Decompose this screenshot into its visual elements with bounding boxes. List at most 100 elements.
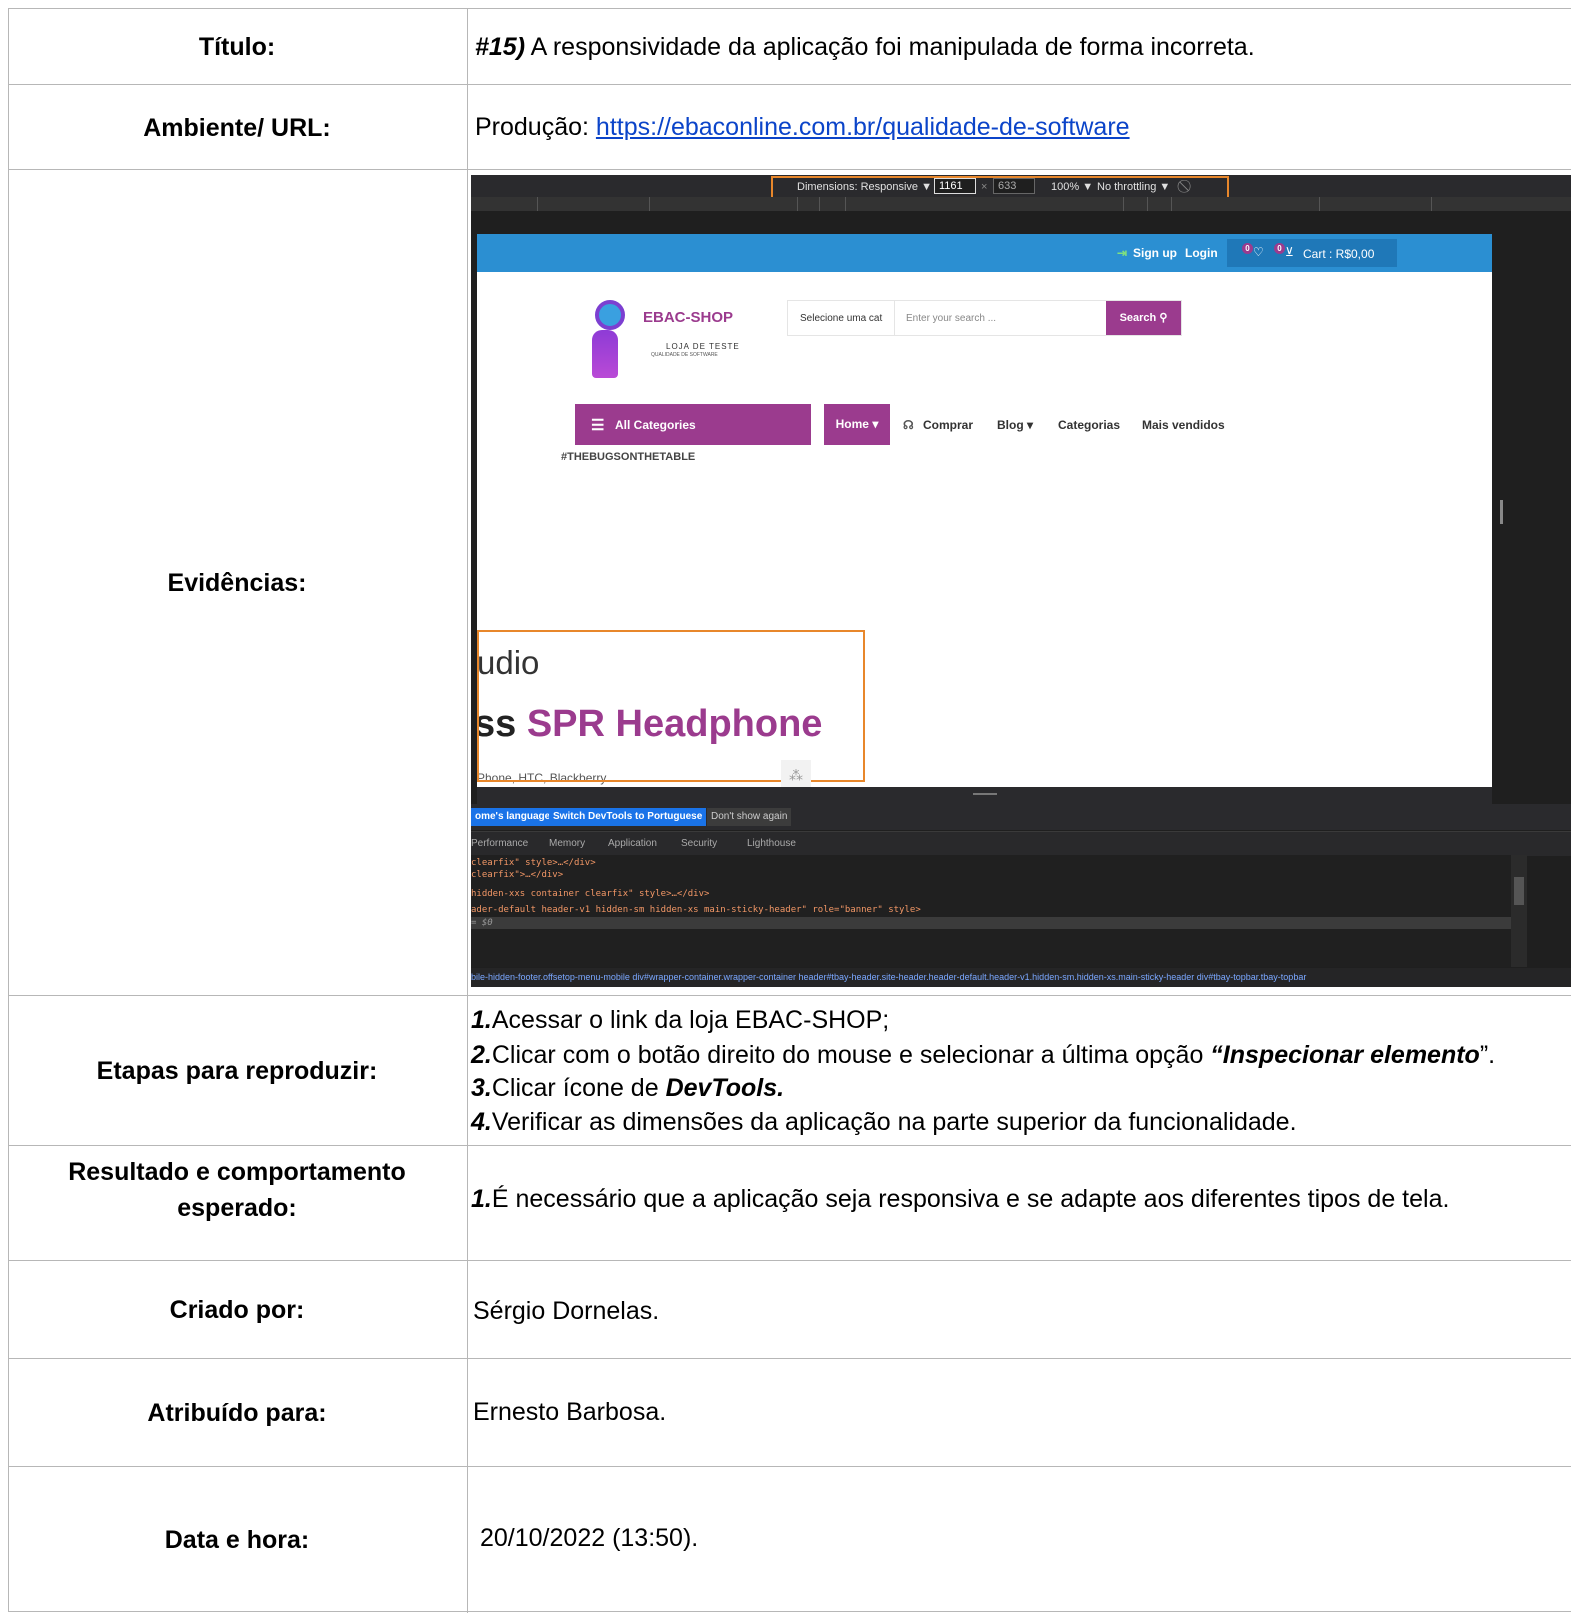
result-num: 1. [471,1185,492,1213]
infobar-language-button[interactable]: ome's language [471,808,555,826]
category-select[interactable]: Selecione uma cat [800,313,882,324]
code-line-selected[interactable]: = $0 [471,917,1511,929]
emulated-site: ⇥ Sign up Login 0 ♡ 0 ⊻ Cart : R$0,00 EB… [477,234,1492,787]
height-input[interactable]: 633 [993,178,1035,194]
search-bar: Selecione uma cat Enter your search ... … [787,300,1182,336]
nav-home[interactable]: Home ▾ [824,404,890,445]
tab-security[interactable]: Security [681,838,717,849]
search-input[interactable]: Enter your search ... [906,313,996,324]
elements-panel: clearfix" style>…</div> clearfix">…</div… [471,855,1511,967]
titulo-text: #15) A responsividade da aplicação foi m… [475,33,1255,62]
code-line[interactable]: clearfix">…</div> [471,869,563,881]
code-line[interactable]: hidden-xxs container clearfix" style>…</… [471,888,709,900]
throttling-dropdown[interactable]: No throttling ▼ [1097,181,1170,193]
row-label: Ambiente/ URL: [143,113,331,142]
search-icon: ⚲ [1159,312,1168,324]
row-atribuido: Atribuído para: Ernesto Barbosa. [8,1358,1571,1467]
all-categories-label: All Categories [615,418,696,432]
code-line[interactable]: clearfix" style>…</div> [471,857,596,869]
search-button-label: Search [1119,312,1157,324]
logo-title[interactable]: EBAC-SHOP [643,309,733,326]
row-criado-por: Criado por: Sérgio Dornelas. [8,1260,1571,1359]
logo-hand-icon [592,330,618,378]
row-value: 20/10/2022 (13:50). [467,1467,1571,1613]
cart-box[interactable]: 0 ♡ 0 ⊻ Cart : R$0,00 [1227,239,1397,267]
devtools-infobar: ome's language Switch DevTools to Portug… [471,804,1571,830]
step-3: 3.Clicar ícone de DevTools. [471,1074,784,1103]
criado-por-value: Sérgio Dornelas. [473,1297,660,1325]
nav-comprar[interactable]: Comprar [923,418,973,432]
step-text: Clicar com o botão direito do mouse e se… [491,1041,1211,1069]
search-button[interactable]: Search ⚲ [1106,301,1181,335]
logo-subtitle-2: QUALIDADE DE SOFTWARE [651,352,718,358]
resultado-text: 1.É necessário que a aplicação seja resp… [471,1185,1449,1214]
bug-title: A responsividade da aplicação foi manipu… [525,33,1255,61]
dom-breadcrumbs[interactable]: bile-hidden-footer.offsetop-menu-mobile … [471,968,1571,987]
row-label: Data e hora: [164,1526,310,1554]
elements-scrollbar[interactable] [1511,855,1527,967]
bug-id: #15) [475,33,526,61]
switch-portuguese-button[interactable]: Switch DevTools to Portuguese [549,808,707,826]
cart-badge: 0 [1274,243,1285,254]
width-input[interactable]: 1161 [934,178,976,194]
data-hora-value: 20/10/2022 (13:50). [480,1524,699,1552]
devtools-tabs: Performance Memory Application Security … [471,831,1571,856]
atribuido-value: Ernesto Barbosa. [473,1398,667,1426]
devtools-device-toolbar: Dimensions: Responsive ▼ 1161 × 633 100%… [471,175,1571,210]
row-data-hora: Data e hora: 20/10/2022 (13:50). [8,1466,1571,1613]
step-after: ”. [1479,1041,1496,1069]
wishlist-badge: 0 [1242,243,1253,254]
row-label: Evidências: [167,569,307,597]
resize-handle-right[interactable] [1500,500,1503,524]
step-text: Verificar as dimensões da aplicação na p… [491,1108,1297,1136]
ambiente-link[interactable]: https://ebaconline.com.br/qualidade-de-s… [596,113,1130,141]
step-strong: DevTools. [665,1074,785,1102]
all-categories-button[interactable]: ☰ All Categories [575,404,811,445]
dont-show-again-button[interactable]: Don't show again [707,808,792,826]
nav-categorias[interactable]: Categorias [1058,418,1120,432]
login-link[interactable]: Login [1185,246,1218,260]
tab-memory[interactable]: Memory [549,838,585,849]
heart-icon[interactable]: ♡ [1253,245,1264,259]
times-symbol: × [981,181,988,193]
row-value: 1.É necessário que a aplicação seja resp… [467,1146,1571,1261]
cart-icon[interactable]: ⊻ [1285,245,1294,259]
step-strong: “Inspecionar elemento [1210,1041,1480,1069]
row-value: 1.Acessar o link da loja EBAC-SHOP; 2.Cl… [467,996,1571,1146]
cart-label[interactable]: Cart : R$0,00 [1303,247,1374,261]
step-text: Clicar ícone de [491,1074,666,1102]
step-num: 3. [471,1074,492,1102]
row-titulo: Título: #15) A responsividade da aplicaç… [8,8,1571,85]
ambiente-text: Produção: https://ebaconline.com.br/qual… [475,113,1130,142]
loading-icon: ⁂ [781,760,811,787]
resize-handle-bottom[interactable] [477,787,1492,804]
step-num: 1. [471,1006,492,1034]
signup-link[interactable]: Sign up [1133,246,1177,260]
row-label: Atribuído para: [147,1399,327,1427]
step-4: 4.Verificar as dimensões da aplicação na… [471,1108,1297,1137]
dimensions-dropdown[interactable]: Dimensions: Responsive ▼ [797,181,932,193]
row-label: Título: [198,33,276,61]
step-text: Acessar o link da loja EBAC-SHOP; [491,1006,890,1034]
nav-mais-vendidos[interactable]: Mais vendidos [1142,418,1225,432]
step-1: 1.Acessar o link da loja EBAC-SHOP; [471,1006,889,1035]
step-2: 2.Clicar com o botão direito do mouse e … [471,1041,1495,1070]
row-label: Etapas para reproduzir: [96,1057,378,1085]
tab-lighthouse[interactable]: Lighthouse [747,838,796,849]
row-value: #15) A responsividade da aplicação foi m… [467,9,1571,85]
tab-application[interactable]: Application [608,838,657,849]
nav-blog[interactable]: Blog ▾ [997,418,1033,432]
step-num: 4. [471,1108,492,1136]
tab-performance[interactable]: Performance [471,838,528,849]
zoom-dropdown[interactable]: 100% ▼ [1051,181,1093,193]
media-query-ruler [471,197,1571,211]
hashtag-label: #THEBUGSONTHETABLE [561,451,696,463]
result-text: É necessário que a aplicação seja respon… [491,1185,1450,1213]
row-value: Sérgio Dornelas. [467,1261,1571,1359]
row-etapas: Etapas para reproduzir: 1.Acessar o link… [8,995,1571,1146]
headset-icon: ☊ [903,418,914,432]
step-num: 2. [471,1041,492,1069]
code-line[interactable]: ader-default header-v1 hidden-sm hidden-… [471,904,921,916]
row-label: Resultado e comportamento esperado: [8,1146,466,1261]
row-resultado: Resultado e comportamento esperado: 1.É … [8,1145,1571,1261]
